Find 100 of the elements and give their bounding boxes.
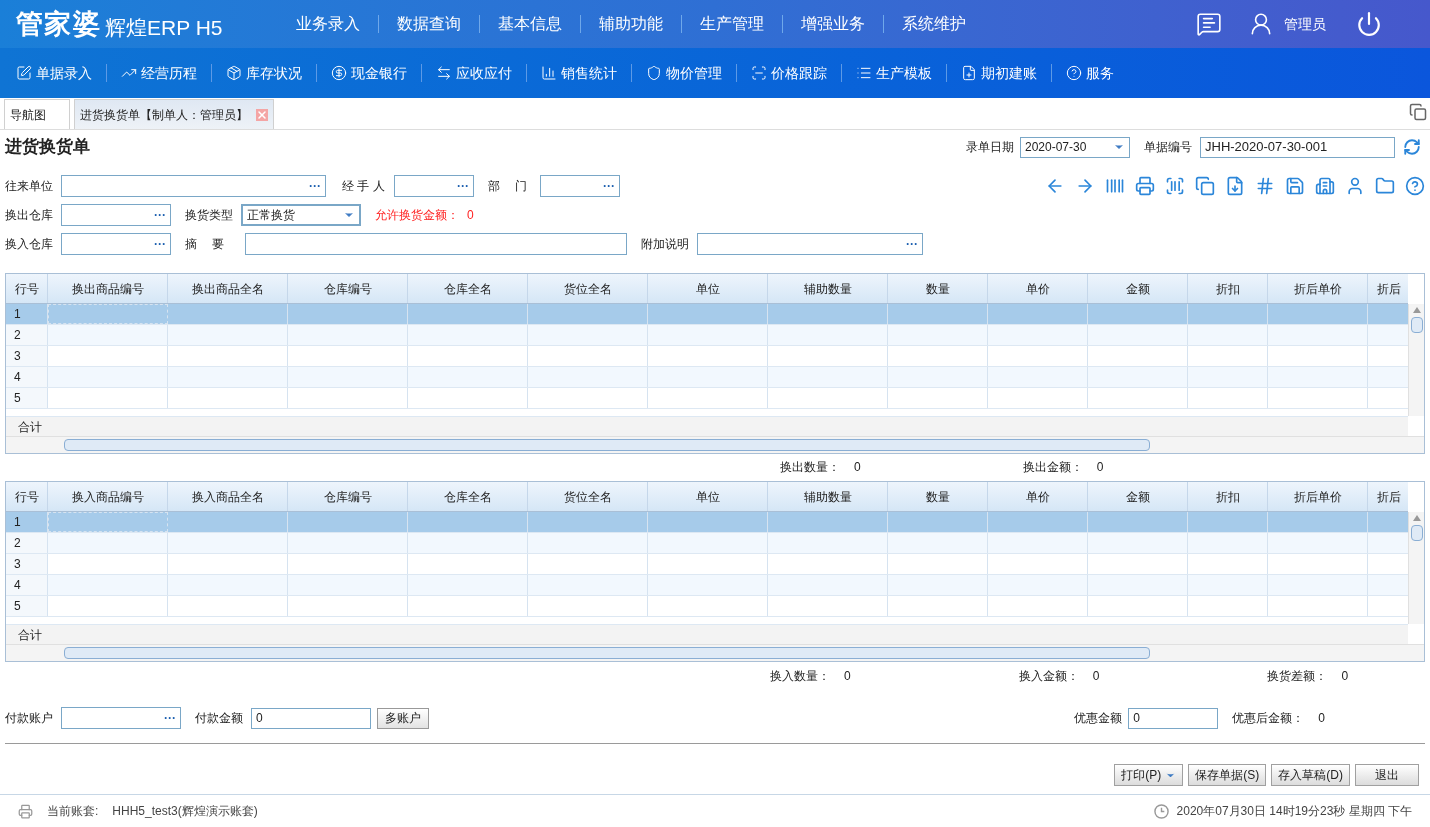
table-row[interactable]: 5 xyxy=(6,388,1408,410)
action-button[interactable]: 存入草稿(D) xyxy=(1271,764,1350,787)
department-field[interactable]: ··· xyxy=(540,175,620,198)
amount-field[interactable]: 0 xyxy=(251,707,371,729)
vertical-scrollbar[interactable] xyxy=(1408,512,1424,625)
column-header[interactable]: 数量 xyxy=(888,274,988,304)
action-button[interactable]: 退出 xyxy=(1355,764,1419,787)
column-header[interactable]: 金额 xyxy=(1088,274,1188,304)
download-icon[interactable] xyxy=(1225,176,1245,197)
summary-field[interactable] xyxy=(245,232,627,255)
user-icon[interactable] xyxy=(1345,176,1365,197)
column-header[interactable]: 辅助数量 xyxy=(768,274,888,304)
column-header[interactable]: 单位 xyxy=(648,482,768,512)
scroll-up-icon[interactable] xyxy=(1412,515,1421,522)
scroll-up-icon[interactable] xyxy=(1412,307,1421,314)
copy-icon[interactable] xyxy=(1195,176,1215,197)
table-row[interactable]: 2 xyxy=(6,533,1408,555)
column-header[interactable]: 行号 xyxy=(6,482,48,512)
date-field[interactable]: 2020-07-30 xyxy=(1020,136,1130,158)
toolbar-button[interactable]: 价格跟踪 xyxy=(751,62,827,84)
action-button[interactable]: 打印(P) xyxy=(1114,764,1184,787)
column-header[interactable]: 折后单价 xyxy=(1268,482,1368,512)
account-field[interactable]: ··· xyxy=(61,707,181,730)
toolbar-button[interactable]: 物价管理 xyxy=(646,62,722,84)
printer-icon[interactable] xyxy=(1135,176,1155,197)
nav-menu-item[interactable]: 系统维护 xyxy=(902,12,966,36)
column-header[interactable]: 折后单价 xyxy=(1268,274,1368,304)
column-header[interactable]: 单价 xyxy=(988,274,1088,304)
save-icon[interactable] xyxy=(1285,176,1305,197)
table-row[interactable]: 2 xyxy=(6,325,1408,347)
tab[interactable]: 导航图 xyxy=(4,99,70,129)
action-button[interactable]: 保存单据(S) xyxy=(1188,764,1267,787)
column-header[interactable]: 辅助数量 xyxy=(768,482,888,512)
table-row[interactable]: 1 xyxy=(6,512,1408,534)
scrollbar-thumb[interactable] xyxy=(1410,317,1423,334)
handler-field[interactable]: ··· xyxy=(394,175,474,198)
toolbar-button[interactable]: 销售统计 xyxy=(541,62,617,84)
nav-menu-item[interactable]: 数据查询 xyxy=(397,12,461,36)
toolbar-button[interactable]: 库存状况 xyxy=(226,62,302,84)
scrollbar-thumb[interactable] xyxy=(1410,525,1423,542)
tab[interactable]: 进货换货单【制单人：管理员】 xyxy=(74,99,274,129)
column-header[interactable]: 货位全名 xyxy=(528,274,648,304)
column-header[interactable]: 换出商品全名 xyxy=(168,274,288,304)
column-header[interactable]: 换入商品编号 xyxy=(48,482,168,512)
column-header[interactable]: 仓库全名 xyxy=(408,274,528,304)
column-header[interactable]: 单位 xyxy=(648,274,768,304)
nav-menu-item[interactable]: 业务录入 xyxy=(296,12,360,36)
nav-menu-item[interactable]: 辅助功能 xyxy=(599,12,663,36)
nav-menu-item[interactable]: 生产管理 xyxy=(700,12,764,36)
close-tabs-icon[interactable] xyxy=(1409,103,1427,121)
hash-icon[interactable] xyxy=(1255,176,1275,197)
multi-account-button[interactable]: 多账户 xyxy=(377,707,429,729)
help-icon[interactable] xyxy=(1405,176,1425,197)
column-header[interactable]: 折扣 xyxy=(1188,274,1268,304)
partner-field[interactable]: ··· xyxy=(61,175,326,198)
column-header[interactable]: 货位全名 xyxy=(528,482,648,512)
close-icon[interactable] xyxy=(256,108,268,121)
column-header[interactable]: 单价 xyxy=(988,482,1088,512)
toolbar-button[interactable]: 生产模板 xyxy=(856,62,932,84)
column-header[interactable]: 换出商品编号 xyxy=(48,274,168,304)
table-row[interactable]: 3 xyxy=(6,554,1408,576)
field-label: 录单日期 xyxy=(966,139,1014,156)
nav-menu-item[interactable]: 增强业务 xyxy=(801,12,865,36)
toolbar-button[interactable]: 单据录入 xyxy=(16,62,92,84)
message-icon[interactable] xyxy=(1196,11,1222,37)
table-row[interactable]: 3 xyxy=(6,346,1408,368)
note-field[interactable]: ··· xyxy=(697,232,923,255)
column-header[interactable]: 换入商品全名 xyxy=(168,482,288,512)
building-icon[interactable] xyxy=(1315,176,1335,197)
table-row[interactable]: 5 xyxy=(6,596,1408,618)
vertical-scrollbar[interactable] xyxy=(1408,304,1424,417)
table-row[interactable]: 4 xyxy=(6,367,1408,389)
power-icon[interactable] xyxy=(1356,11,1382,37)
warehouse-field[interactable]: ··· xyxy=(61,204,171,227)
discount-field[interactable]: 0 xyxy=(1128,707,1219,729)
column-header[interactable]: 仓库编号 xyxy=(288,482,408,512)
toolbar-button[interactable]: 经营历程 xyxy=(121,62,197,84)
scrollbar-thumb[interactable] xyxy=(64,646,1150,659)
column-header[interactable]: 行号 xyxy=(6,274,48,304)
number-field[interactable]: JHH-2020-07-30-001 xyxy=(1200,136,1395,158)
column-header[interactable]: 折扣 xyxy=(1188,482,1268,512)
column-header[interactable]: 折后 xyxy=(1368,274,1408,304)
column-header[interactable]: 金额 xyxy=(1088,482,1188,512)
toolbar-button[interactable]: 现金银行 xyxy=(331,62,407,84)
toolbar-button[interactable]: 应收应付 xyxy=(436,62,512,84)
toolbar-button[interactable]: 期初建账 xyxy=(961,62,1037,84)
scan-barcode-icon[interactable] xyxy=(1165,176,1185,197)
type-select[interactable]: 正常换货 xyxy=(241,204,361,227)
table-row[interactable]: 1 xyxy=(6,304,1408,326)
column-header[interactable]: 折后 xyxy=(1368,482,1408,512)
table-row[interactable]: 4 xyxy=(6,575,1408,597)
column-header[interactable]: 数量 xyxy=(888,482,988,512)
toolbar-button[interactable]: 服务 xyxy=(1066,62,1114,84)
warehouse-field[interactable]: ··· xyxy=(61,232,171,255)
column-header[interactable]: 仓库编号 xyxy=(288,274,408,304)
folder-icon[interactable] xyxy=(1375,176,1395,197)
nav-menu-item[interactable]: 基本信息 xyxy=(498,12,562,36)
column-header[interactable]: 仓库全名 xyxy=(408,482,528,512)
scrollbar-thumb[interactable] xyxy=(64,438,1150,451)
refresh-icon[interactable] xyxy=(1403,138,1421,156)
